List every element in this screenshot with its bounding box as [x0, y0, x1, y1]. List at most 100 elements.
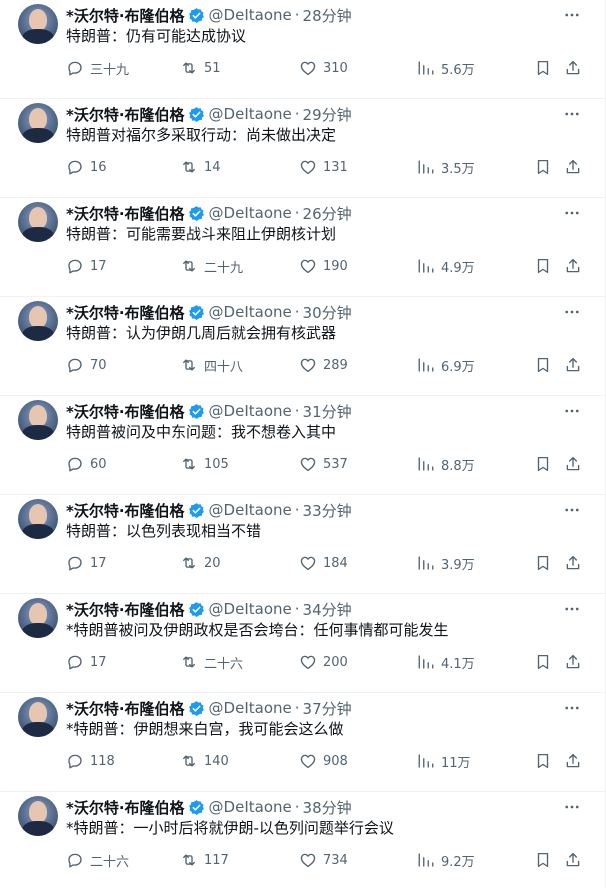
author-handle[interactable]: @DeItaone [209, 6, 292, 24]
avatar[interactable] [18, 301, 58, 341]
bookmark-button[interactable] [534, 156, 552, 178]
bookmark-button[interactable] [534, 849, 552, 871]
author-name[interactable]: *沃尔特·布隆伯格 [66, 500, 185, 521]
like-button[interactable]: 184 [299, 552, 348, 574]
tweet-time[interactable]: 30分钟 [303, 302, 352, 323]
avatar[interactable] [18, 796, 58, 836]
reply-button[interactable]: 60 [66, 453, 107, 475]
author-handle[interactable]: @DeItaone [209, 501, 292, 519]
tweet-time[interactable]: 37分钟 [303, 698, 352, 719]
share-button[interactable] [564, 750, 582, 772]
author-name[interactable]: *沃尔特·布隆伯格 [66, 401, 185, 422]
author-handle[interactable]: @DeItaone [209, 402, 292, 420]
share-button[interactable] [564, 156, 582, 178]
reply-button[interactable]: 16 [66, 156, 107, 178]
bookmark-button[interactable] [534, 651, 552, 673]
retweet-button[interactable]: 二十九 [180, 255, 243, 277]
retweet-button[interactable]: 117 [180, 849, 229, 871]
views-button[interactable]: 3.9万 [417, 552, 475, 574]
share-button[interactable] [564, 255, 582, 277]
bookmark-button[interactable] [534, 453, 552, 475]
tweet-time[interactable]: 34分钟 [303, 599, 352, 620]
author-name[interactable]: *沃尔特·布隆伯格 [66, 599, 185, 620]
bookmark-button[interactable] [534, 552, 552, 574]
like-button[interactable]: 200 [299, 651, 348, 673]
tweet[interactable]: *沃尔特·布隆伯格 @DeItaone · 31分钟 特朗普被问及中东问题：我不… [0, 396, 605, 495]
more-icon[interactable] [563, 303, 581, 321]
like-button[interactable]: 908 [299, 750, 348, 772]
reply-button[interactable]: 17 [66, 255, 107, 277]
author-handle[interactable]: @DeItaone [209, 699, 292, 717]
reply-button[interactable]: 70 [66, 354, 107, 376]
tweet-time[interactable]: 29分钟 [303, 104, 352, 125]
retweet-button[interactable]: 二十六 [180, 651, 243, 673]
tweet-time[interactable]: 33分钟 [303, 500, 352, 521]
more-icon[interactable] [563, 699, 581, 717]
author-name[interactable]: *沃尔特·布隆伯格 [66, 797, 185, 818]
like-button[interactable]: 734 [299, 849, 348, 871]
avatar[interactable] [18, 598, 58, 638]
views-button[interactable]: 4.1万 [417, 651, 475, 673]
author-handle[interactable]: @DeItaone [209, 105, 292, 123]
more-icon[interactable] [563, 501, 581, 519]
reply-button[interactable]: 三十九 [66, 57, 129, 79]
views-button[interactable]: 9.2万 [417, 849, 475, 871]
views-button[interactable]: 8.8万 [417, 453, 475, 475]
reply-button[interactable]: 17 [66, 552, 107, 574]
tweet-time[interactable]: 28分钟 [303, 5, 352, 26]
like-button[interactable]: 310 [299, 57, 348, 79]
retweet-button[interactable]: 14 [180, 156, 221, 178]
share-button[interactable] [564, 849, 582, 871]
retweet-button[interactable]: 20 [180, 552, 221, 574]
tweet[interactable]: *沃尔特·布隆伯格 @DeItaone · 29分钟 特朗普对福尔多采取行动：尚… [0, 99, 605, 198]
more-icon[interactable] [563, 105, 581, 123]
author-name[interactable]: *沃尔特·布隆伯格 [66, 104, 185, 125]
avatar[interactable] [18, 499, 58, 539]
retweet-button[interactable]: 105 [180, 453, 229, 475]
share-button[interactable] [564, 57, 582, 79]
more-icon[interactable] [563, 600, 581, 618]
more-icon[interactable] [563, 6, 581, 24]
like-button[interactable]: 537 [299, 453, 348, 475]
avatar[interactable] [18, 697, 58, 737]
more-icon[interactable] [563, 402, 581, 420]
bookmark-button[interactable] [534, 750, 552, 772]
retweet-button[interactable]: 四十八 [180, 354, 243, 376]
reply-button[interactable]: 17 [66, 651, 107, 673]
bookmark-button[interactable] [534, 354, 552, 376]
tweet[interactable]: *沃尔特·布隆伯格 @DeItaone · 37分钟 *特朗普：伊朗想来白宫，我… [0, 693, 605, 792]
bookmark-button[interactable] [534, 57, 552, 79]
tweet[interactable]: *沃尔特·布隆伯格 @DeItaone · 34分钟 *特朗普被问及伊朗政权是否… [0, 594, 605, 693]
like-button[interactable]: 131 [299, 156, 348, 178]
avatar[interactable] [18, 400, 58, 440]
author-name[interactable]: *沃尔特·布隆伯格 [66, 203, 185, 224]
views-button[interactable]: 6.9万 [417, 354, 475, 376]
views-button[interactable]: 5.6万 [417, 57, 475, 79]
author-name[interactable]: *沃尔特·布隆伯格 [66, 698, 185, 719]
like-button[interactable]: 190 [299, 255, 348, 277]
tweet[interactable]: *沃尔特·布隆伯格 @DeItaone · 30分钟 特朗普：认为伊朗几周后就会… [0, 297, 605, 396]
views-button[interactable]: 4.9万 [417, 255, 475, 277]
author-name[interactable]: *沃尔特·布隆伯格 [66, 302, 185, 323]
retweet-button[interactable]: 51 [180, 57, 221, 79]
views-button[interactable]: 3.5万 [417, 156, 475, 178]
retweet-button[interactable]: 140 [180, 750, 229, 772]
tweet[interactable]: *沃尔特·布隆伯格 @DeItaone · 38分钟 *特朗普：一小时后将就伊朗… [0, 792, 605, 888]
avatar[interactable] [18, 202, 58, 242]
share-button[interactable] [564, 651, 582, 673]
author-handle[interactable]: @DeItaone [209, 798, 292, 816]
author-handle[interactable]: @DeItaone [209, 204, 292, 222]
more-icon[interactable] [563, 798, 581, 816]
avatar[interactable] [18, 103, 58, 143]
tweet-time[interactable]: 26分钟 [303, 203, 352, 224]
tweet[interactable]: *沃尔特·布隆伯格 @DeItaone · 26分钟 特朗普：可能需要战斗来阻止… [0, 198, 605, 297]
author-name[interactable]: *沃尔特·布隆伯格 [66, 5, 185, 26]
bookmark-button[interactable] [534, 255, 552, 277]
reply-button[interactable]: 118 [66, 750, 115, 772]
more-icon[interactable] [563, 204, 581, 222]
share-button[interactable] [564, 453, 582, 475]
tweet[interactable]: *沃尔特·布隆伯格 @DeItaone · 33分钟 特朗普：以色列表现相当不错… [0, 495, 605, 594]
author-handle[interactable]: @DeItaone [209, 600, 292, 618]
tweet-time[interactable]: 38分钟 [303, 797, 352, 818]
share-button[interactable] [564, 552, 582, 574]
